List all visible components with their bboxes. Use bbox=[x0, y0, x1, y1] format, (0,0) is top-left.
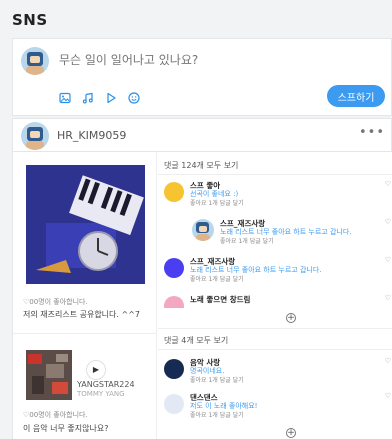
more-options-icon[interactable]: ••• bbox=[359, 125, 385, 140]
composer-input[interactable] bbox=[59, 49, 319, 71]
view-all-comments-link-2[interactable]: 댓글 4개 모두 보기 bbox=[164, 335, 228, 346]
comment-actions[interactable]: 좋아요 1개 답글 달기 bbox=[220, 236, 274, 245]
heart-icon[interactable]: ♡ bbox=[385, 180, 391, 188]
heart-icon[interactable]: ♡ bbox=[385, 294, 391, 302]
user-avatar[interactable] bbox=[21, 47, 49, 75]
comment-actions[interactable]: 좋아요 1개 답글 달기 bbox=[190, 274, 244, 283]
likes-count-2[interactable]: ♡00명이 좋아합니다. bbox=[23, 410, 88, 420]
comment-actions[interactable]: 좋아요 1개 답글 달기 bbox=[190, 375, 244, 384]
author-username[interactable]: HR_KIM9059 bbox=[57, 129, 126, 142]
post-body: ♡00명이 좋아합니다. 저의 재즈리스트 공유합니다. ^^7 ▶ YANGS… bbox=[12, 152, 392, 439]
post-caption-2: 이 음악 너무 좋지않나요? bbox=[23, 424, 109, 433]
comments-column: 댓글 124개 모두 보기 스프 좋아 선곡이 좋네요 :) 좋아요 1개 답글… bbox=[158, 152, 392, 439]
load-more-comments-icon[interactable]: + bbox=[286, 313, 296, 323]
commenter-name[interactable]: 노래 좋으면 창드림 bbox=[190, 294, 250, 305]
artist-subtitle: TOMMY YANG bbox=[77, 390, 125, 398]
share-button[interactable]: 스프하기 bbox=[327, 85, 385, 107]
heart-icon[interactable]: ♡ bbox=[385, 256, 391, 264]
album-cover-image[interactable] bbox=[26, 165, 145, 284]
author-avatar[interactable] bbox=[21, 122, 49, 150]
video-icon[interactable] bbox=[105, 92, 117, 104]
music-icon[interactable] bbox=[82, 92, 94, 104]
artist-name: YANGSTAR224 bbox=[77, 380, 135, 389]
commenter-avatar[interactable] bbox=[164, 258, 184, 278]
comment-actions[interactable]: 좋아요 1개 답글 달기 bbox=[190, 198, 244, 207]
likes-count[interactable]: ♡00명이 좋아합니다. bbox=[23, 297, 88, 307]
view-all-comments-link[interactable]: 댓글 124개 모두 보기 bbox=[164, 160, 238, 171]
commenter-avatar[interactable] bbox=[164, 359, 184, 379]
post-header: HR_KIM9059 ••• bbox=[12, 118, 392, 152]
page-title: SNS bbox=[12, 11, 48, 29]
load-more-comments-icon-2[interactable]: + bbox=[286, 428, 296, 438]
commenter-avatar[interactable] bbox=[164, 394, 184, 414]
commenter-avatar[interactable] bbox=[164, 182, 184, 202]
media-toolbar bbox=[59, 92, 140, 104]
playlist-column: ♡00명이 좋아합니다. 저의 재즈리스트 공유합니다. ^^7 ▶ YANGS… bbox=[13, 152, 157, 439]
heart-icon[interactable]: ♡ bbox=[385, 392, 391, 400]
heart-icon[interactable]: ♡ bbox=[385, 357, 391, 365]
play-button[interactable]: ▶ bbox=[86, 360, 106, 380]
replier-avatar[interactable] bbox=[192, 219, 214, 241]
heart-icon[interactable]: ♡ bbox=[385, 218, 391, 226]
commenter-avatar[interactable] bbox=[164, 296, 184, 308]
post-caption: 저의 재즈리스트 공유합니다. ^^7 bbox=[23, 310, 140, 319]
emoji-icon[interactable] bbox=[128, 92, 140, 104]
image-icon[interactable] bbox=[59, 92, 71, 104]
comment-actions[interactable]: 좋아요 1개 답글 달기 bbox=[190, 410, 244, 419]
post-composer: 스프하기 bbox=[12, 38, 392, 116]
track-thumbnail[interactable] bbox=[26, 350, 72, 400]
